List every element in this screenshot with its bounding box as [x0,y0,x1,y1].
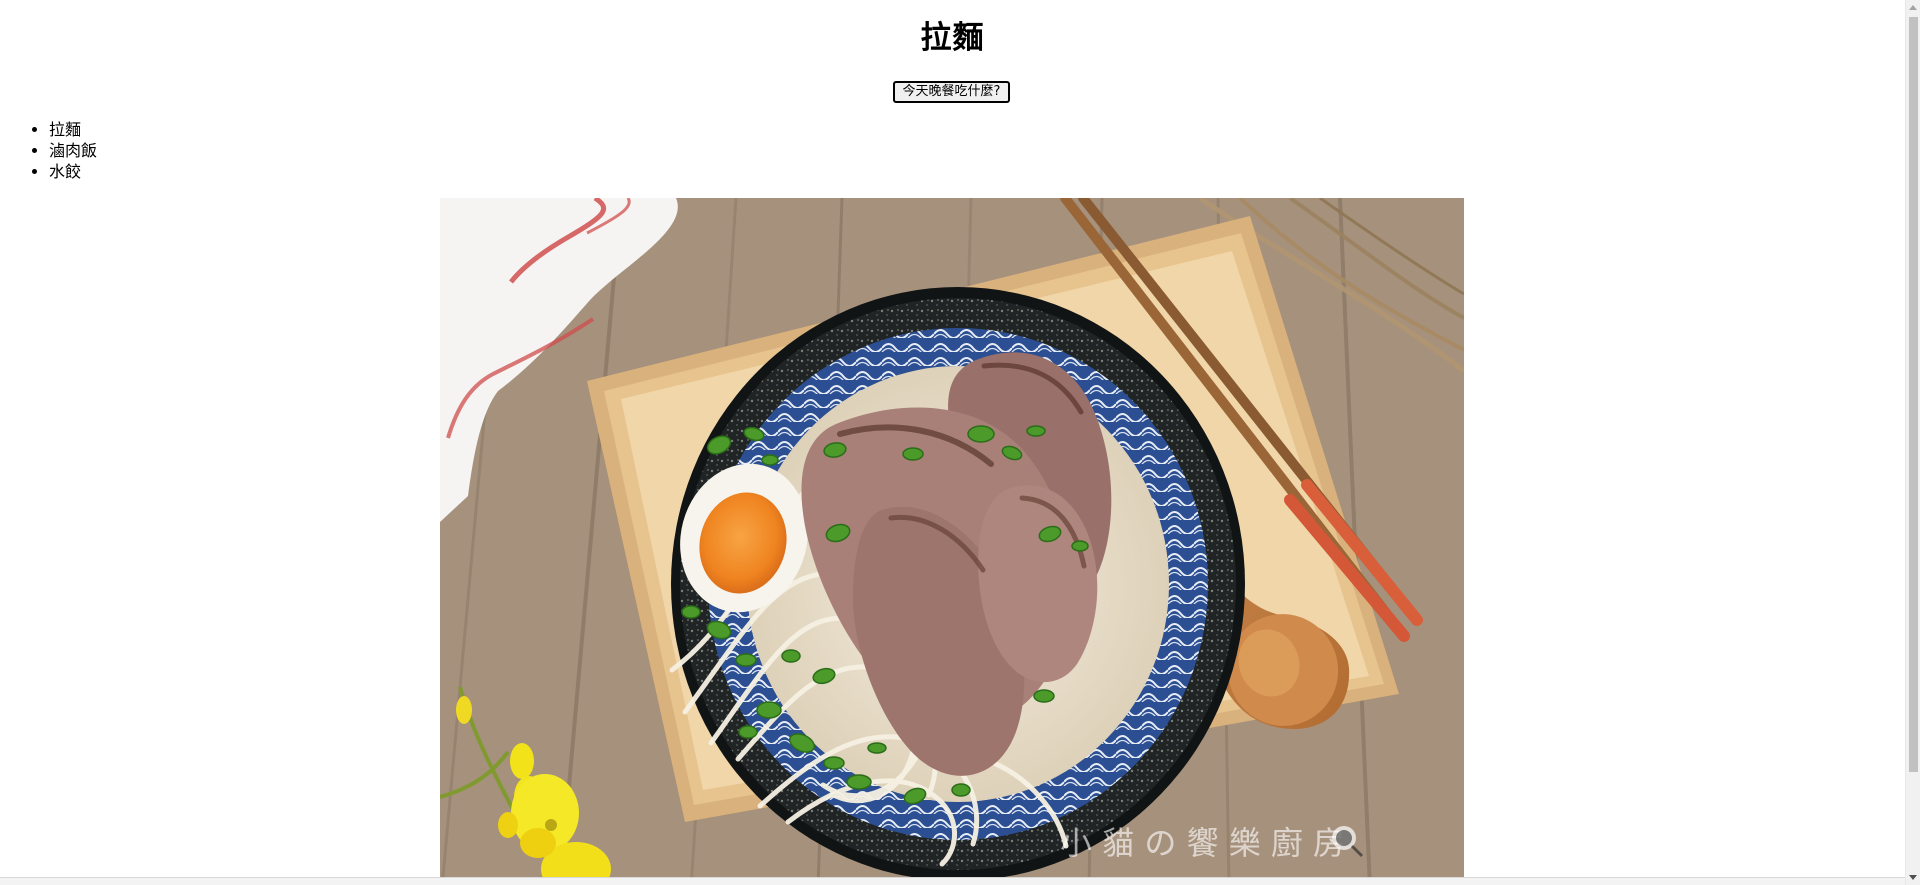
page: 拉麵 今天晚餐吃什麼? 拉麵 滷肉飯 水餃 [0,0,1905,885]
photo-watermark: 小 貓 の 饗 樂 廚 房 [1060,824,1345,862]
dinner-pick-button[interactable]: 今天晚餐吃什麼? [893,81,1010,103]
ramen-photo: 小 貓 の 饗 樂 廚 房 [440,198,1464,885]
list-item-braised-pork-rice[interactable]: 滷肉飯 [49,140,97,161]
scroll-up-arrow-icon[interactable] [1909,5,1917,10]
list-item-dumplings[interactable]: 水餃 [49,161,97,182]
ramen-illustration: 小 貓 の 饗 樂 廚 房 [440,198,1464,885]
list-item-ramen[interactable]: 拉麵 [49,119,97,140]
vertical-scrollbar[interactable] [1905,0,1920,885]
food-list: 拉麵 滷肉飯 水餃 [0,119,97,182]
page-title: 拉麵 [920,20,985,56]
scrollbar-thumb[interactable] [1909,17,1918,772]
bottom-strip [0,877,1905,885]
scroll-down-arrow-icon[interactable] [1909,875,1917,880]
